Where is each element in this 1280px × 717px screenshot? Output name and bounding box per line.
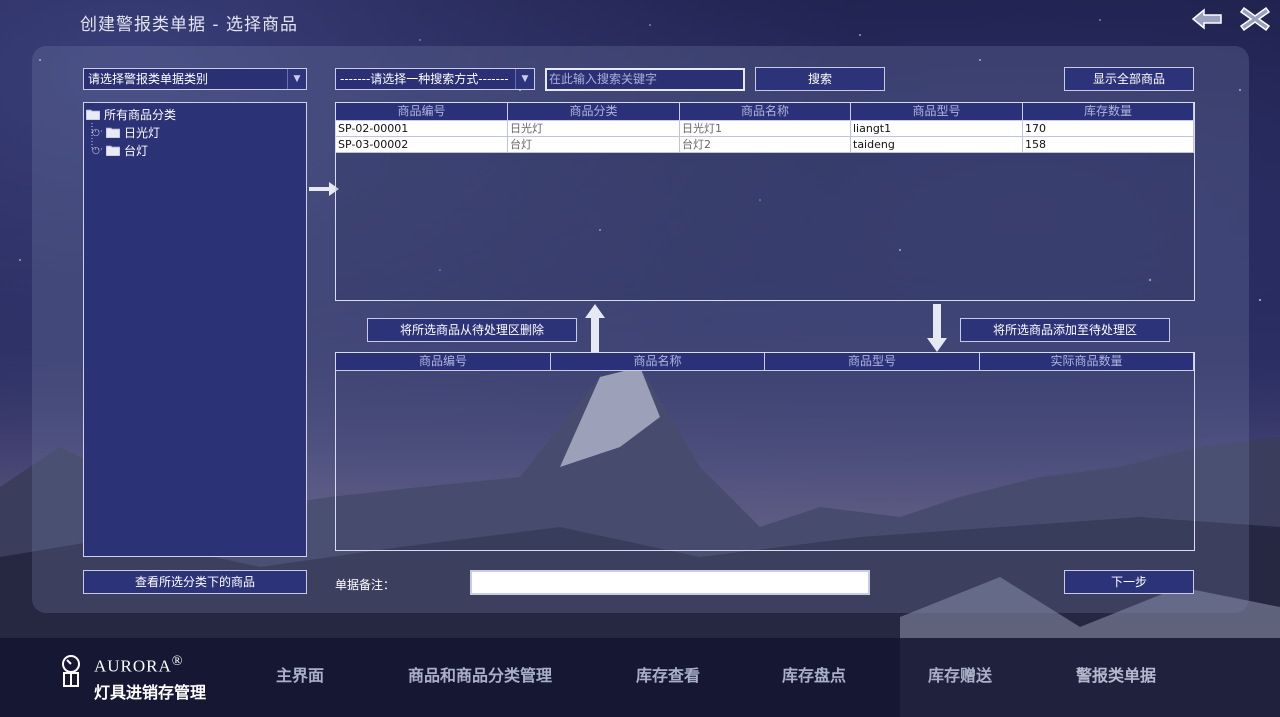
column-header[interactable]: 商品分类	[508, 103, 680, 121]
column-header[interactable]: 商品编号	[336, 353, 551, 371]
page-title: 创建警报类单据 - 选择商品	[80, 15, 298, 35]
cell-name: 日光灯1	[680, 121, 851, 137]
view-category-goods-button[interactable]: 查看所选分类下的商品	[83, 570, 307, 594]
expand-toggle-icon[interactable]: ○	[92, 146, 102, 156]
tree-item-rgd[interactable]: ○ 日光灯	[92, 124, 160, 141]
brand-name: AURORA®	[94, 653, 206, 677]
tree-item-label: 日光灯	[124, 126, 161, 140]
nav-stock-view[interactable]: 库存查看	[636, 662, 700, 686]
table-row[interactable]: SP-03-00002 台灯 台灯2 taideng 158	[336, 137, 1194, 153]
up-arrow-icon	[585, 304, 605, 352]
bill-category-value: 请选择警报类单据类别	[88, 72, 209, 86]
nav-main[interactable]: 主界面	[276, 662, 324, 686]
tree-item-label: 台灯	[124, 144, 149, 158]
cell-stock: 158	[1023, 137, 1194, 153]
tree-item-td[interactable]: ○ 台灯	[92, 142, 148, 159]
search-input[interactable]: 在此输入搜索关键字	[545, 68, 745, 91]
brand-subtitle: 灯具进销存管理	[94, 682, 207, 702]
next-step-button[interactable]: 下一步	[1064, 570, 1194, 594]
chevron-down-icon[interactable]: ▼	[515, 69, 534, 89]
cell-code: SP-03-00002	[336, 137, 508, 153]
column-header[interactable]: 实际商品数量	[980, 353, 1194, 371]
pending-table[interactable]: 商品编号 商品名称 商品型号 实际商品数量	[335, 352, 1195, 551]
goods-table-header: 商品编号 商品分类 商品名称 商品型号 库存数量	[336, 103, 1194, 121]
note-input[interactable]	[470, 570, 870, 595]
pending-table-header: 商品编号 商品名称 商品型号 实际商品数量	[336, 353, 1194, 371]
search-button[interactable]: 搜索	[755, 67, 885, 91]
brand-logo: AURORA® 灯具进销存管理	[60, 653, 206, 703]
chevron-down-icon[interactable]: ▼	[287, 69, 306, 89]
search-mode-select[interactable]: -------请选择一种搜索方式------- ▼	[335, 68, 535, 90]
cell-model: taideng	[851, 137, 1023, 153]
tree-root-label: 所有商品分类	[104, 108, 177, 122]
cell-code: SP-02-00001	[336, 121, 508, 137]
back-arrow-icon[interactable]	[1190, 4, 1224, 34]
cell-stock: 170	[1023, 121, 1194, 137]
cell-model: liangt1	[851, 121, 1023, 137]
close-icon[interactable]	[1238, 4, 1272, 34]
column-header[interactable]: 商品名称	[680, 103, 851, 121]
cell-category: 台灯	[508, 137, 680, 153]
nav-stock-check[interactable]: 库存盘点	[782, 662, 846, 686]
nav-alert-bills[interactable]: 警报类单据	[1076, 662, 1156, 686]
column-header[interactable]: 商品编号	[336, 103, 508, 121]
column-header[interactable]: 库存数量	[1023, 103, 1194, 121]
cell-category: 日光灯	[508, 121, 680, 137]
expand-toggle-icon[interactable]: ○	[92, 128, 102, 138]
registered-mark: ®	[171, 653, 184, 669]
down-arrow-icon	[927, 304, 947, 352]
folder-icon	[86, 109, 100, 120]
folder-icon	[106, 127, 120, 138]
column-header[interactable]: 商品名称	[551, 353, 765, 371]
brand-text: AURORA	[94, 656, 172, 676]
bill-category-select[interactable]: 请选择警报类单据类别 ▼	[83, 68, 307, 90]
add-to-pending-button[interactable]: 将所选商品添加至待处理区	[960, 318, 1170, 342]
nav-stock-gift[interactable]: 库存赠送	[928, 662, 992, 686]
note-label: 单据备注：	[335, 578, 396, 592]
lamp-logo-icon	[62, 655, 80, 687]
nav-goods-management[interactable]: 商品和商品分类管理	[408, 662, 552, 686]
column-header[interactable]: 商品型号	[765, 353, 980, 371]
goods-table[interactable]: 商品编号 商品分类 商品名称 商品型号 库存数量 SP-02-00001 日光灯…	[335, 102, 1195, 301]
category-tree[interactable]: 所有商品分类 ○ 日光灯 ○ 台灯	[83, 102, 307, 557]
search-placeholder: 在此输入搜索关键字	[549, 72, 658, 86]
column-header[interactable]: 商品型号	[851, 103, 1023, 121]
show-all-goods-button[interactable]: 显示全部商品	[1064, 67, 1194, 91]
table-row[interactable]: SP-02-00001 日光灯 日光灯1 liangt1 170	[336, 121, 1194, 137]
tree-root[interactable]: 所有商品分类	[86, 106, 176, 123]
cell-name: 台灯2	[680, 137, 851, 153]
search-mode-value: -------请选择一种搜索方式-------	[340, 72, 509, 86]
remove-from-pending-button[interactable]: 将所选商品从待处理区删除	[367, 318, 577, 342]
folder-icon	[106, 145, 120, 156]
